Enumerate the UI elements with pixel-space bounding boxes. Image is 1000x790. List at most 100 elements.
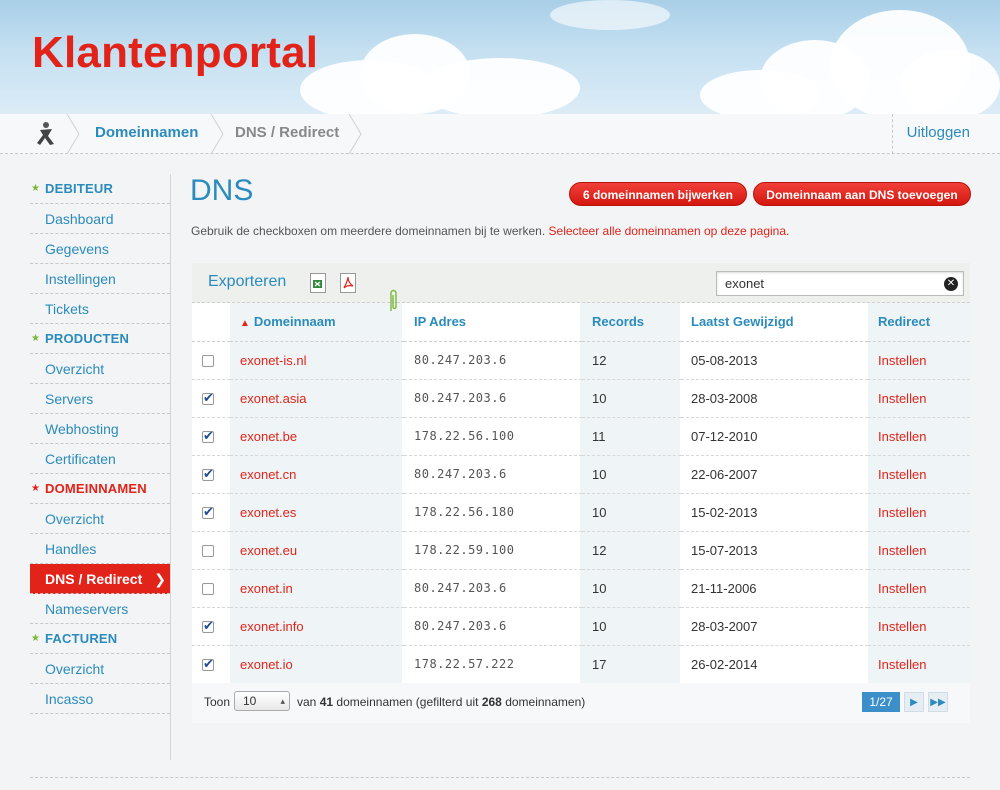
row-checkbox[interactable]	[202, 504, 214, 520]
sidebar-item-tickets[interactable]: Tickets	[30, 294, 170, 324]
domain-link[interactable]: exonet.info	[230, 607, 404, 646]
sidebar-divider	[170, 174, 171, 760]
row-checkbox-cell	[192, 379, 230, 418]
breadcrumb-domeinnamen[interactable]: Domeinnamen	[95, 124, 198, 141]
redirect-link[interactable]: Instellen	[868, 569, 970, 608]
record-count: 10	[582, 569, 681, 608]
row-checkbox[interactable]	[202, 466, 214, 482]
clear-search-icon[interactable]: ✕	[944, 277, 958, 291]
table-row: exonet-is.nl 80.247.203.6 12 05-08-2013 Inst…	[192, 341, 970, 380]
redirect-link[interactable]: Instellen	[868, 417, 970, 456]
header-records-label: Records	[592, 314, 645, 330]
sidebar-heading-facturen[interactable]: ★ FACTUREN	[30, 624, 170, 654]
sidebar-item-dns-redirect[interactable]: DNS / Redirect ❯	[30, 564, 170, 594]
intro-label: Gebruik de checkboxen om meerdere domein…	[191, 224, 546, 238]
record-count: 10	[582, 455, 681, 494]
domain-link[interactable]: exonet.in	[230, 569, 404, 608]
cloud-decoration	[420, 58, 580, 114]
search-input[interactable]: exonet ✕	[716, 271, 964, 296]
header-records[interactable]: Records	[582, 303, 681, 342]
domain-link[interactable]: exonet.io	[230, 645, 404, 684]
domain-link[interactable]: exonet.asia	[230, 379, 404, 418]
last-modified: 15-07-2013	[681, 531, 868, 570]
table-row: exonet.cn80.247.203.61022-06-2007Instell…	[192, 455, 970, 494]
sidebar-heading-debiteur[interactable]: ★ DEBITEUR	[30, 174, 170, 204]
domain-link[interactable]: exonet.be	[230, 417, 404, 456]
ip-address: 178.22.57.222	[404, 645, 582, 684]
last-modified: 15-02-2013	[681, 493, 868, 532]
ip-address: 80.247.203.6	[404, 607, 582, 646]
row-checkbox[interactable]	[202, 618, 214, 634]
last-modified: 07-12-2010	[681, 417, 868, 456]
header-ip[interactable]: IP Adres	[404, 303, 582, 342]
sidebar-item-handles[interactable]: Handles	[30, 534, 170, 564]
redirect-link[interactable]: Instellen	[868, 607, 970, 646]
cloud-decoration	[550, 0, 670, 30]
sidebar-item-instellingen[interactable]: Instellingen	[30, 264, 170, 294]
table-row: exonet.es178.22.56.1801015-02-2013Instel…	[192, 493, 970, 532]
row-checkbox-cell	[192, 607, 230, 646]
header-domain[interactable]: ▲ Domeinnaam	[230, 303, 404, 342]
row-checkbox-cell	[192, 569, 230, 608]
home-icon[interactable]	[30, 120, 70, 148]
header-select	[192, 303, 230, 342]
sidebar-item-certificaten[interactable]: Certificaten	[30, 444, 170, 474]
excel-export-icon[interactable]	[310, 273, 326, 293]
sidebar-heading-domeinnamen[interactable]: ★ DOMEINNAMEN	[30, 474, 170, 504]
sidebar-item-gegevens[interactable]: Gegevens	[30, 234, 170, 264]
select-all-link[interactable]: Selecteer alle domeinnamen op deze pagin…	[549, 224, 790, 238]
sidebar-item-overzicht[interactable]: Overzicht	[30, 654, 170, 684]
update-domains-button[interactable]: 6 domeinnamen bijwerken	[569, 182, 747, 206]
app-title[interactable]: Klantenportal	[32, 28, 318, 78]
sidebar-item-overzicht[interactable]: Overzicht	[30, 504, 170, 534]
sidebar-heading-label: DEBITEUR	[45, 181, 114, 196]
row-checkbox[interactable]	[202, 656, 214, 672]
redirect-link[interactable]: Instellen	[868, 645, 970, 684]
row-checkbox[interactable]	[202, 428, 214, 444]
header-redirect[interactable]: Redirect	[868, 303, 970, 342]
domain-link[interactable]: exonet.cn	[230, 455, 404, 494]
add-domain-to-dns-button[interactable]: Domeinnaam aan DNS toevoegen	[753, 182, 971, 206]
ip-address: 80.247.203.6	[404, 379, 582, 418]
next-page-button[interactable]: ▶	[904, 692, 924, 712]
sidebar-item-nameservers[interactable]: Nameservers	[30, 594, 170, 624]
sidebar-item-webhosting[interactable]: Webhosting	[30, 414, 170, 444]
row-checkbox-cell	[192, 455, 230, 494]
redirect-link[interactable]: Instellen	[868, 379, 970, 418]
select-arrows-icon: ▴	[280, 696, 285, 706]
header-modified[interactable]: Laatst Gewijzigd	[681, 303, 868, 342]
result-count: van 41 domeinnamen (gefilterd uit 268 do…	[297, 695, 585, 709]
domain-link[interactable]: exonet.es	[230, 493, 404, 532]
row-checkbox-cell	[192, 645, 230, 684]
row-checkbox[interactable]	[202, 355, 214, 368]
logout-link[interactable]: Uitloggen	[892, 114, 1000, 154]
count-filtered-from: 268	[481, 695, 502, 709]
sidebar-item-overzicht[interactable]: Overzicht	[30, 354, 170, 384]
record-count: 11	[582, 417, 681, 456]
domain-table: ▲ Domeinnaam IP Adres Records Laatst Gewi…	[192, 303, 970, 722]
sidebar-heading-label: PRODUCTEN	[45, 331, 130, 346]
sidebar-item-dashboard[interactable]: Dashboard	[30, 204, 170, 234]
export-label: Exporteren	[208, 273, 287, 290]
sidebar-item-servers[interactable]: Servers	[30, 384, 170, 414]
row-checkbox[interactable]	[202, 390, 214, 406]
pdf-export-icon[interactable]	[340, 273, 356, 293]
cloud-decoration	[900, 50, 1000, 114]
row-checkbox[interactable]	[202, 583, 214, 596]
row-checkbox[interactable]	[202, 545, 214, 558]
domain-link[interactable]: exonet-is.nl	[230, 341, 404, 380]
page-indicator: 1/27	[862, 692, 900, 712]
sidebar-heading-producten[interactable]: ★ PRODUCTEN	[30, 324, 170, 354]
header-banner: Klantenportal	[0, 0, 1000, 114]
sidebar-item-incasso[interactable]: Incasso	[30, 684, 170, 714]
domain-link[interactable]: exonet.eu	[230, 531, 404, 570]
redirect-link[interactable]: Instellen	[868, 493, 970, 532]
redirect-link[interactable]: Instellen	[868, 455, 970, 494]
sidebar-heading-label: DOMEINNAMEN	[45, 481, 147, 496]
last-page-button[interactable]: ▶▶	[928, 692, 948, 712]
star-icon: ★	[31, 633, 41, 644]
redirect-link[interactable]: Instellen	[868, 531, 970, 570]
redirect-link[interactable]: Instellen	[868, 341, 970, 380]
record-count: 10	[582, 379, 681, 418]
page-size-select[interactable]: 10 ▴	[234, 691, 290, 711]
